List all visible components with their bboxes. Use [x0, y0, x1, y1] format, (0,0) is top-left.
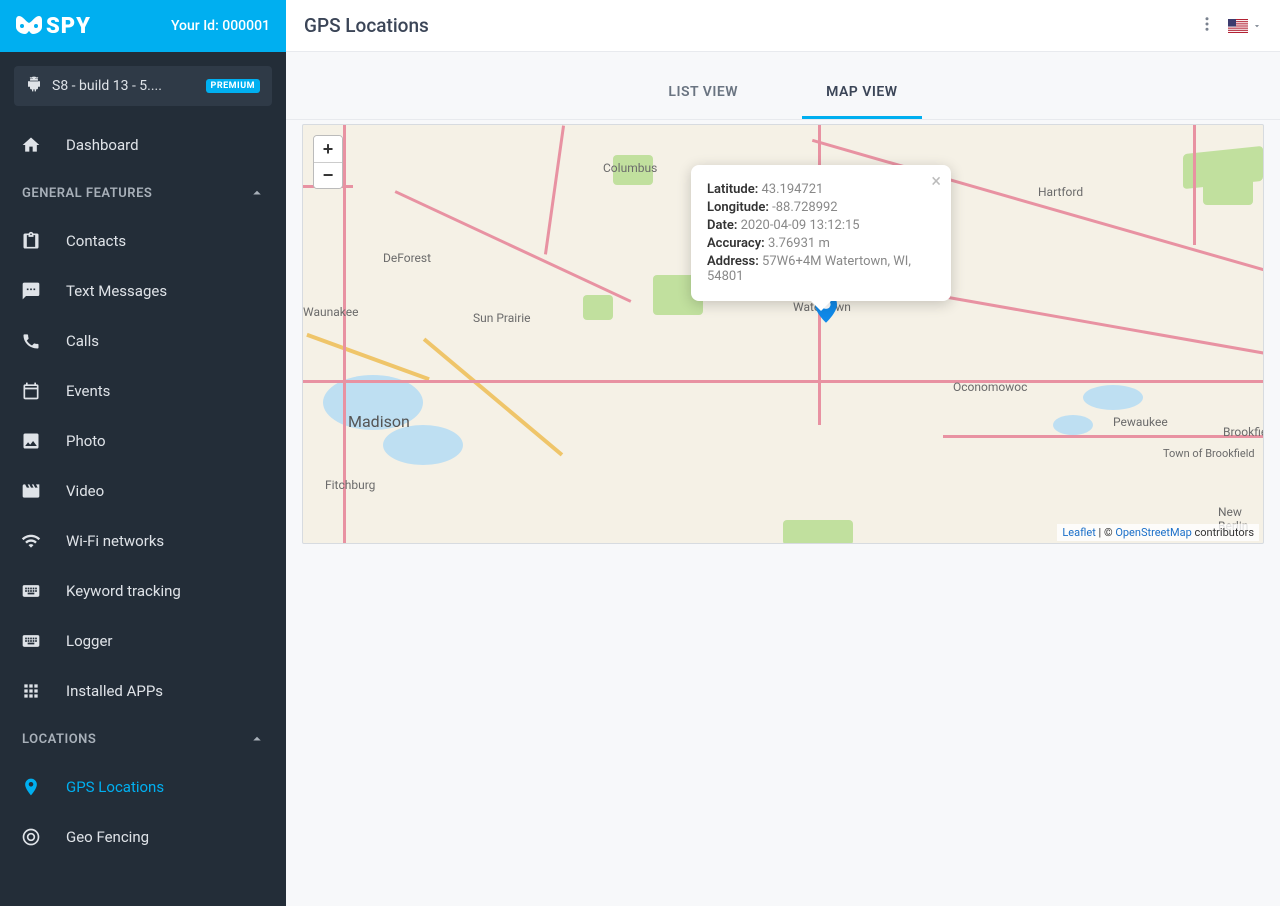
brand-logo: SPY [16, 14, 91, 39]
popup-address-label: Address: [707, 254, 759, 269]
sidebar-item-calls[interactable]: Calls [0, 316, 286, 366]
wifi-icon [20, 530, 42, 552]
calendar-icon [20, 380, 42, 402]
us-flag-icon [1228, 19, 1248, 33]
city-hartford: Hartford [1038, 185, 1083, 199]
device-selector[interactable]: S8 - build 13 - 5.... PREMIUM [14, 66, 272, 106]
popup-latitude-value: 43.194721 [761, 182, 823, 197]
brand-text: SPY [46, 14, 91, 39]
language-selector[interactable] [1228, 19, 1262, 33]
sidebar-item-label: Video [66, 482, 104, 500]
city-waunakee: Waunakee [303, 305, 358, 319]
video-icon [20, 480, 42, 502]
section-label: GENERAL FEATURES [22, 186, 152, 201]
apps-icon [20, 680, 42, 702]
sms-icon [20, 280, 42, 302]
sidebar-item-label: Installed APPs [66, 682, 163, 700]
sidebar-item-label: Geo Fencing [66, 828, 149, 846]
sidebar-item-label: Calls [66, 332, 99, 350]
city-madison: Madison [348, 412, 410, 431]
page-title: GPS Locations [304, 14, 429, 37]
tab-map-view[interactable]: MAP VIEW [802, 72, 921, 119]
user-id: Your Id: 000001 [171, 18, 270, 34]
popup-longitude-label: Longitude: [707, 200, 769, 215]
sidebar-item-label: Text Messages [66, 282, 167, 300]
sidebar-item-label: Contacts [66, 232, 126, 250]
keyboard-icon [20, 630, 42, 652]
city-brookfield: Brookfield [1223, 425, 1264, 439]
sidebar-item-logger[interactable]: Logger [0, 616, 286, 666]
popup-accuracy-value: 3.76931 m [768, 236, 830, 251]
phone-icon [20, 330, 42, 352]
sidebar-item-events[interactable]: Events [0, 366, 286, 416]
premium-badge: PREMIUM [206, 79, 260, 93]
clipboard-icon [20, 230, 42, 252]
photo-icon [20, 430, 42, 452]
osm-link[interactable]: OpenStreetMap [1115, 526, 1191, 539]
section-general-features[interactable]: GENERAL FEATURES [0, 170, 286, 216]
city-pewaukee: Pewaukee [1113, 415, 1168, 429]
chevron-down-icon [1252, 21, 1262, 31]
sidebar-item-label: GPS Locations [66, 778, 164, 796]
sidebar-item-label: Keyword tracking [66, 582, 181, 600]
view-tabs: LIST VIEW MAP VIEW [286, 52, 1280, 120]
popup-date-label: Date: [707, 218, 737, 233]
sidebar-header: SPY Your Id: 000001 [0, 0, 286, 52]
sidebar-item-contacts[interactable]: Contacts [0, 216, 286, 266]
city-fitchburg: Fitchburg [325, 478, 375, 492]
chevron-up-icon [248, 184, 266, 202]
city-deforest: DeForest [383, 251, 431, 265]
logo-icon [16, 16, 42, 36]
popup-longitude-value: -88.728992 [772, 200, 837, 215]
map-canvas[interactable]: Madison Columbus DeForest Sun Prairie Wa… [302, 124, 1264, 544]
section-locations[interactable]: LOCATIONS [0, 716, 286, 762]
sidebar-item-gps-locations[interactable]: GPS Locations [0, 762, 286, 812]
leaflet-link[interactable]: Leaflet [1062, 526, 1095, 539]
section-label: LOCATIONS [22, 732, 96, 747]
location-popup: × Latitude: 43.194721 Longitude: -88.728… [691, 165, 951, 301]
sidebar-item-wifi[interactable]: Wi-Fi networks [0, 516, 286, 566]
keyboard-icon [20, 580, 42, 602]
main-header: GPS Locations [286, 0, 1280, 52]
zoom-out-button[interactable]: − [314, 162, 342, 188]
city-townbrookfield: Town of Brookfield [1163, 447, 1255, 460]
sidebar-item-geo-fencing[interactable]: Geo Fencing [0, 812, 286, 862]
sidebar-item-dashboard[interactable]: Dashboard [0, 120, 286, 170]
sidebar-item-label: Events [66, 382, 110, 400]
zoom-controls: + − [313, 135, 343, 189]
popup-accuracy-label: Accuracy: [707, 236, 765, 251]
city-oconomowoc: Oconomowoc [953, 380, 1027, 394]
popup-close-button[interactable]: × [931, 173, 941, 191]
sidebar-item-label: Logger [66, 632, 113, 650]
device-name: S8 - build 13 - 5.... [52, 78, 196, 94]
sidebar-item-text-messages[interactable]: Text Messages [0, 266, 286, 316]
popup-date-value: 2020-04-09 13:12:15 [741, 218, 860, 233]
android-icon [26, 76, 42, 96]
popup-latitude-label: Latitude: [707, 182, 758, 197]
sidebar-item-label: Wi-Fi networks [66, 532, 164, 550]
city-sunprairie: Sun Prairie [473, 311, 531, 325]
more-menu-icon[interactable] [1198, 15, 1216, 37]
map-attribution: Leaflet | © OpenStreetMap contributors [1057, 524, 1259, 541]
sidebar-item-label: Photo [66, 432, 106, 450]
home-icon [20, 134, 42, 156]
target-icon [20, 826, 42, 848]
sidebar-item-installed-apps[interactable]: Installed APPs [0, 666, 286, 716]
user-id-value: 000001 [222, 18, 270, 34]
tab-list-view[interactable]: LIST VIEW [644, 72, 762, 119]
location-pin-icon [20, 776, 42, 798]
sidebar-item-photo[interactable]: Photo [0, 416, 286, 466]
sidebar-item-keyword-tracking[interactable]: Keyword tracking [0, 566, 286, 616]
city-columbus: Columbus [603, 161, 657, 175]
zoom-in-button[interactable]: + [314, 136, 342, 162]
user-id-label: Your Id: [171, 18, 219, 34]
sidebar-item-video[interactable]: Video [0, 466, 286, 516]
sidebar-item-label: Dashboard [66, 136, 139, 154]
chevron-up-icon [248, 730, 266, 748]
